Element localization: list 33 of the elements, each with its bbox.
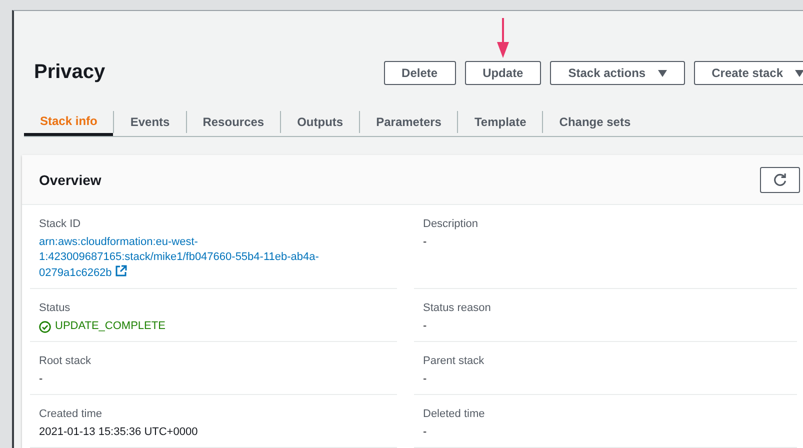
external-link-icon[interactable] — [114, 265, 127, 277]
field-label: Root stack — [39, 354, 92, 369]
tab[interactable]: Outputs — [280, 99, 360, 136]
dropdown-button[interactable]: Create stack — [694, 61, 803, 85]
field-value: - — [423, 425, 428, 440]
card-title: Overview — [39, 171, 102, 190]
field-label: Description — [423, 217, 480, 232]
tab[interactable]: Events — [113, 99, 186, 136]
field-value: 2021-01-13 15:35:36 UTC+0000 — [39, 425, 199, 440]
action-button[interactable]: Update — [464, 61, 542, 85]
action-button[interactable]: Delete — [384, 61, 456, 85]
annotation-arrow — [496, 18, 510, 58]
tab[interactable]: Template — [457, 99, 542, 136]
field-label: Stack ID — [39, 217, 82, 232]
field-label: Deleted time — [423, 407, 486, 422]
field-label: Status — [39, 301, 72, 316]
refresh-button[interactable] — [760, 167, 800, 193]
status-value: UPDATE_COMPLETE — [55, 319, 166, 334]
tab[interactable]: Change sets — [542, 99, 647, 136]
refresh-icon — [773, 173, 787, 187]
field-value: - — [423, 235, 428, 250]
success-check-icon — [39, 320, 51, 332]
stack-id-link[interactable]: arn:aws:cloudformation:eu-west-1:423009687165:stack/mike1/fb047660-55b4-11eb-ab4a-0279a1c6262b — [39, 235, 349, 281]
field-label: Status reason — [423, 301, 492, 316]
field-label: Parent stack — [423, 354, 486, 369]
field-value: - — [39, 372, 44, 387]
field-value: - — [423, 372, 428, 387]
dropdown-button[interactable]: Stack actions — [550, 61, 685, 85]
page-title: Privacy — [34, 60, 106, 85]
tab[interactable]: Parameters — [359, 99, 458, 136]
field-label: Created time — [39, 407, 103, 422]
tab[interactable]: Resources — [186, 99, 280, 136]
field-value: - — [423, 319, 428, 334]
